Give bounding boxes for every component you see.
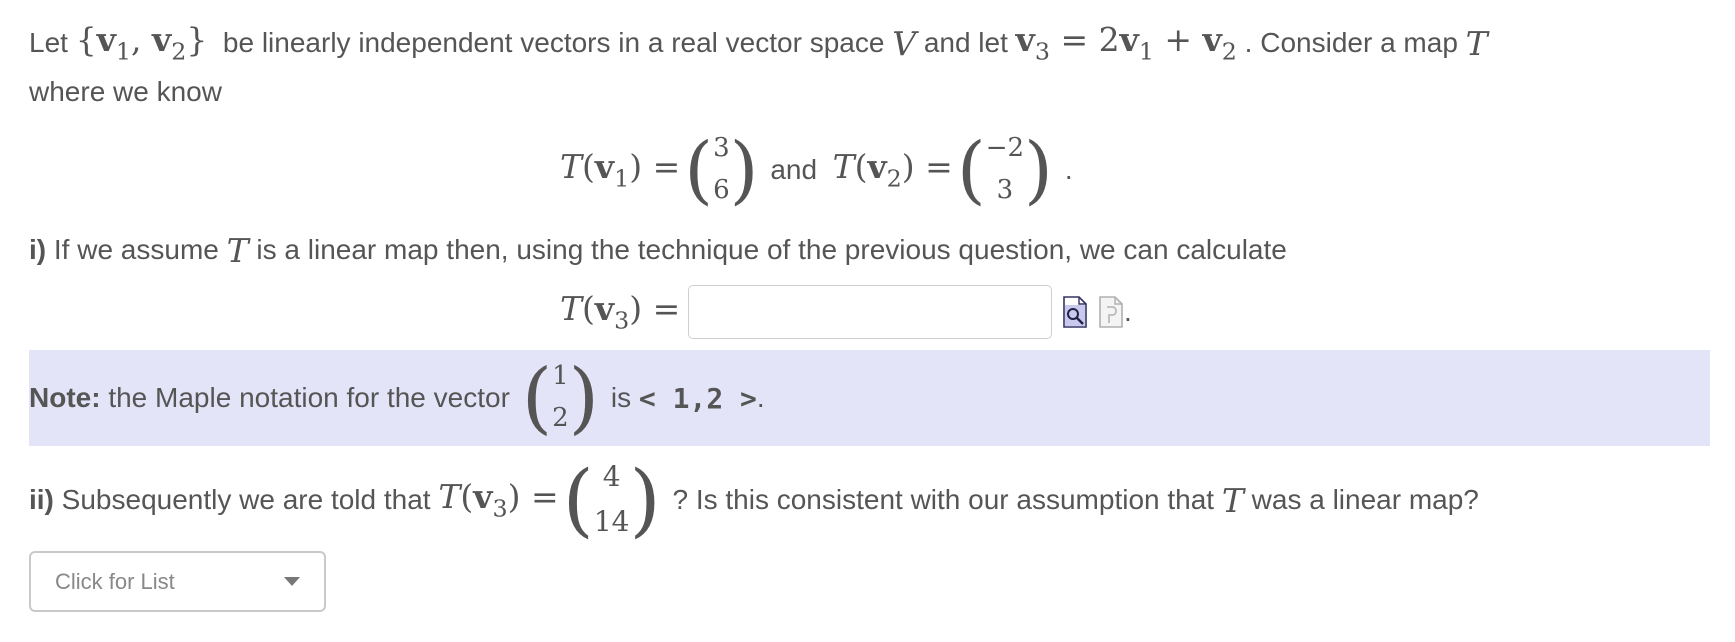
vector-entry: 1 — [552, 361, 569, 392]
note-label: Note: — [29, 382, 101, 413]
T-v3-given: T(v3) = — [438, 477, 559, 523]
vector-entry: 2 — [552, 403, 569, 433]
intro-line-2: where we know — [29, 72, 222, 112]
vector-example: ( 1 2 ) — [521, 353, 600, 443]
part-ii-text-b: ? Is this consistent with our assumption… — [672, 484, 1215, 515]
note-is: is — [610, 382, 632, 413]
intro-line-1: Let {v1, v2} be linearly independent vec… — [29, 18, 1488, 68]
T-v1: T(v1) = — [560, 147, 681, 193]
T-v2: T(v2) = — [832, 147, 953, 193]
intro-let: Let — [29, 27, 68, 58]
chevron-down-icon — [284, 577, 300, 586]
space-V: V — [892, 23, 917, 63]
answer-dropdown[interactable]: Click for List — [29, 551, 326, 612]
part-ii-text-a: Subsequently we are told that — [61, 484, 431, 515]
period: . — [1064, 154, 1073, 185]
vector-entry: 14 — [593, 505, 630, 538]
vector-set: {v1, v2} — [75, 20, 208, 66]
map-T: T — [1465, 23, 1488, 63]
part-ii-question: ii) Subsequently we are told that T(v3) … — [29, 452, 1479, 548]
part-ii-text-c: was a linear map? — [1251, 484, 1479, 515]
trailing-period: . — [1124, 296, 1132, 327]
vector-T-v2: ( −2 3 ) — [956, 127, 1053, 213]
vector-entry: −2 — [985, 133, 1025, 164]
vector-entry: 4 — [602, 460, 621, 494]
map-T: T — [226, 230, 249, 270]
maple-code: < 1,2 > — [638, 381, 757, 415]
and-text: and — [770, 154, 818, 185]
vector-entry: 3 — [996, 175, 1014, 205]
part-i-label: i) — [29, 234, 47, 265]
vector-given: ( 4 14 ) — [562, 453, 661, 546]
intro-text-1: be linearly independent vectors in a rea… — [222, 27, 885, 58]
map-T: T — [1221, 480, 1244, 520]
vector-T-v1: ( 3 6 ) — [684, 127, 759, 213]
help-document-icon[interactable] — [1098, 295, 1124, 329]
vector-entry: 6 — [713, 175, 730, 205]
part-i-text-a: If we assume — [53, 234, 219, 265]
intro-text-2: and let — [923, 27, 1008, 58]
note-text: the Maple notation for the vector — [108, 382, 510, 413]
intro-text-3: . Consider a map — [1244, 27, 1458, 58]
answer-input-T-v3[interactable] — [688, 285, 1053, 339]
v3-definition: v3 = 2v1 + v2 — [1015, 20, 1237, 66]
intro-where-we-know: where we know — [29, 76, 222, 107]
preview-icon[interactable] — [1062, 295, 1088, 329]
dropdown-placeholder: Click for List — [55, 568, 175, 594]
part-i-question: i) If we assume T is a linear map then, … — [29, 225, 1287, 275]
part-i-answer-row: T(v3) = . — [560, 283, 1132, 341]
part-i-text-b: is a linear map then, using the techniqu… — [256, 234, 1287, 265]
note-period: . — [756, 382, 765, 413]
vector-entry: 3 — [713, 133, 730, 164]
known-maps: T(v1) = ( 3 6 ) and T(v2) = ( −2 3 ) . — [560, 120, 1073, 220]
T-v3-lhs: T(v3) = — [560, 289, 681, 335]
part-ii-label: ii) — [29, 484, 54, 515]
note-content: Note: the Maple notation for the vector … — [29, 350, 765, 446]
